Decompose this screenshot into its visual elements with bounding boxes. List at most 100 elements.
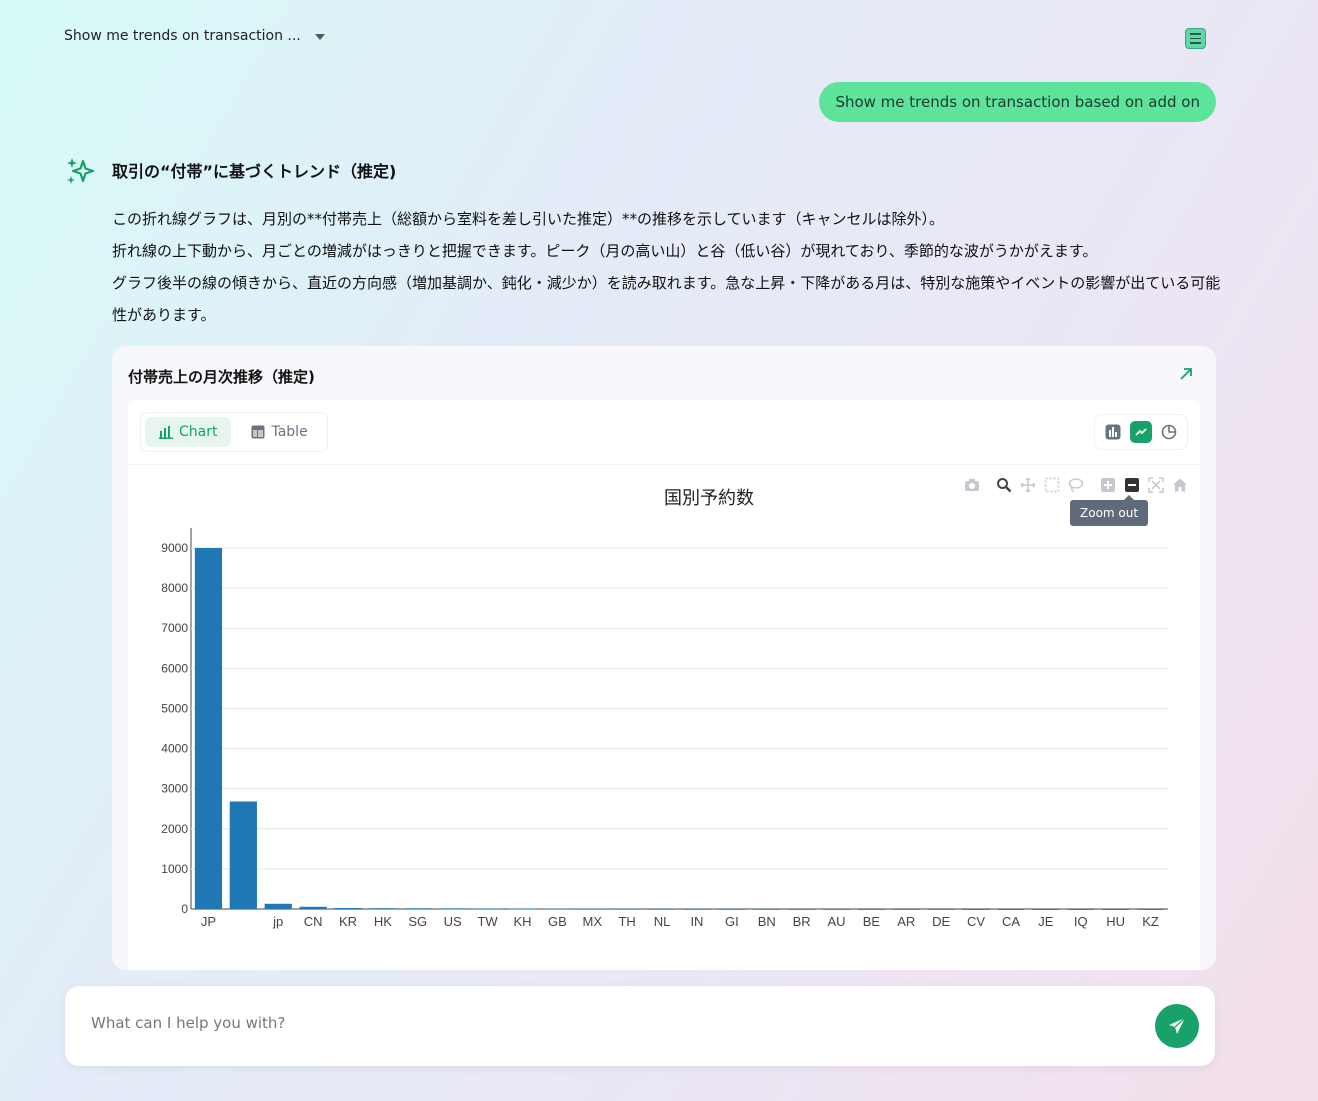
- line-type-button[interactable]: [1130, 421, 1152, 443]
- assistant-paragraph: グラフ後半の線の傾きから、直近の方向感（増加基調か、鈍化・減少か）を読み取れます…: [112, 274, 1221, 324]
- divider: [128, 464, 1200, 465]
- pie-chart-icon: [1161, 424, 1177, 440]
- line-chart-icon: [1135, 428, 1147, 436]
- chart-type-switcher: [1094, 414, 1188, 450]
- x-tick-label: JE: [1038, 914, 1054, 929]
- bar[interactable]: [334, 907, 362, 909]
- bar[interactable]: [264, 903, 292, 909]
- tab-table[interactable]: Table: [237, 417, 321, 447]
- tab-chart-label: Chart: [179, 424, 218, 440]
- x-tick-label: AR: [897, 914, 915, 929]
- bar[interactable]: [1102, 908, 1130, 910]
- bar[interactable]: [892, 908, 920, 910]
- bar[interactable]: [299, 906, 327, 909]
- chat-input-box: [65, 986, 1215, 1066]
- x-tick-label: BN: [758, 914, 776, 929]
- bar-chart: 0 1000 2000 3000 4000 5000 6000 7000 8000 9000 JP j…: [161, 528, 1168, 929]
- y-tick-label: 8000: [161, 581, 188, 595]
- x-tick-label: NL: [654, 914, 671, 929]
- y-tick-label: 0: [181, 902, 188, 916]
- bar[interactable]: [473, 908, 502, 910]
- x-tick-label: CV: [967, 914, 985, 929]
- send-icon: [1169, 1017, 1186, 1034]
- chart-panel: Chart Table 国別予約数 Zoom out 0 1000 2000 3…: [128, 400, 1200, 970]
- y-tick-label: 1000: [161, 862, 188, 876]
- bar-type-button[interactable]: [1102, 421, 1124, 443]
- x-tick-label: CA: [1002, 914, 1020, 929]
- bar[interactable]: [1067, 908, 1095, 910]
- y-tick-label: 9000: [161, 541, 188, 555]
- bar[interactable]: [543, 908, 571, 910]
- assistant-paragraph: この折れ線グラフは、月別の**付帯売上（総額から室料を差し引いた推定）**の推移…: [112, 210, 945, 228]
- x-tick-label: AU: [827, 914, 845, 929]
- assistant-body: この折れ線グラフは、月別の**付帯売上（総額から室料を差し引いた推定）**の推移…: [112, 203, 1222, 331]
- conversation-title-dropdown[interactable]: Show me trends on transaction ...: [64, 28, 325, 44]
- menu-icon: [1190, 33, 1201, 35]
- x-tick-label: GB: [548, 914, 567, 929]
- x-tick-label: MX: [583, 914, 603, 929]
- x-tick-label: KR: [339, 914, 357, 929]
- bar[interactable]: [194, 548, 223, 909]
- view-tabs: Chart Table: [140, 412, 328, 452]
- bar-chart-icon: [1105, 424, 1121, 440]
- y-tick-label: 2000: [161, 822, 188, 836]
- x-tick-label: KH: [513, 914, 531, 929]
- bar[interactable]: [613, 908, 641, 910]
- x-tick-label: IQ: [1074, 914, 1088, 929]
- y-tick-label: 5000: [161, 701, 188, 715]
- x-tick-label: CN: [304, 914, 323, 929]
- x-tick-label: SG: [408, 914, 427, 929]
- chevron-down-icon: [314, 34, 325, 40]
- bar[interactable]: [927, 908, 955, 910]
- bar[interactable]: [508, 908, 537, 910]
- sparkle-icon: [67, 158, 95, 184]
- x-tick-label: GI: [725, 914, 739, 929]
- y-tick-label: 7000: [161, 621, 188, 635]
- bar[interactable]: [788, 908, 816, 910]
- x-tick-label: HU: [1106, 914, 1125, 929]
- x-tick-label: IN: [690, 914, 703, 929]
- pie-type-button[interactable]: [1158, 421, 1180, 443]
- bar[interactable]: [229, 801, 257, 909]
- bar[interactable]: [718, 908, 746, 910]
- table-icon: [251, 425, 265, 439]
- user-message-text: Show me trends on transaction based on a…: [835, 93, 1200, 111]
- menu-button[interactable]: [1185, 28, 1206, 49]
- x-tick-label: TH: [618, 914, 635, 929]
- x-tick-label: BR: [793, 914, 811, 929]
- x-tick-label: DE: [932, 914, 950, 929]
- y-tick-label: 4000: [161, 742, 188, 756]
- y-tick-label: 3000: [161, 782, 188, 796]
- y-tick-label: 6000: [161, 661, 188, 675]
- card-title: 付帯売上の月次推移（推定): [128, 368, 315, 386]
- bar[interactable]: [997, 908, 1025, 910]
- x-tick-label: TW: [477, 914, 498, 929]
- tab-chart[interactable]: Chart: [145, 417, 232, 447]
- chat-input[interactable]: [91, 1014, 1131, 1032]
- bar[interactable]: [822, 908, 851, 910]
- bar[interactable]: [683, 908, 711, 910]
- bar[interactable]: [962, 908, 990, 910]
- expand-icon[interactable]: [1178, 366, 1194, 387]
- bar[interactable]: [404, 908, 432, 910]
- bar[interactable]: [369, 908, 397, 910]
- tab-table-label: Table: [271, 424, 308, 440]
- bar[interactable]: [648, 908, 676, 910]
- x-tick-label: JP: [201, 914, 216, 929]
- x-tick-label: jp: [272, 914, 283, 929]
- x-tick-label: HK: [374, 914, 392, 929]
- bar[interactable]: [1136, 908, 1165, 910]
- bar[interactable]: [753, 908, 781, 910]
- chart-card: 付帯売上の月次推移（推定) Chart Table 国別予約数 Zoom out…: [112, 346, 1216, 970]
- x-tick-label: KZ: [1142, 914, 1159, 929]
- bar[interactable]: [578, 908, 606, 910]
- assistant-paragraph: 折れ線の上下動から、月ごとの増減がはっきりと把握できます。ピーク（月の高い山）と…: [112, 242, 1098, 260]
- bar[interactable]: [857, 908, 886, 910]
- x-tick-label: BE: [863, 914, 881, 929]
- bar[interactable]: [439, 908, 467, 910]
- bar[interactable]: [1032, 908, 1060, 910]
- bar-chart-icon: [159, 426, 173, 439]
- assistant-title: 取引の“付帯”に基づくトレンド（推定): [112, 162, 397, 181]
- conversation-title: Show me trends on transaction ...: [64, 28, 301, 44]
- send-button[interactable]: [1155, 1004, 1199, 1048]
